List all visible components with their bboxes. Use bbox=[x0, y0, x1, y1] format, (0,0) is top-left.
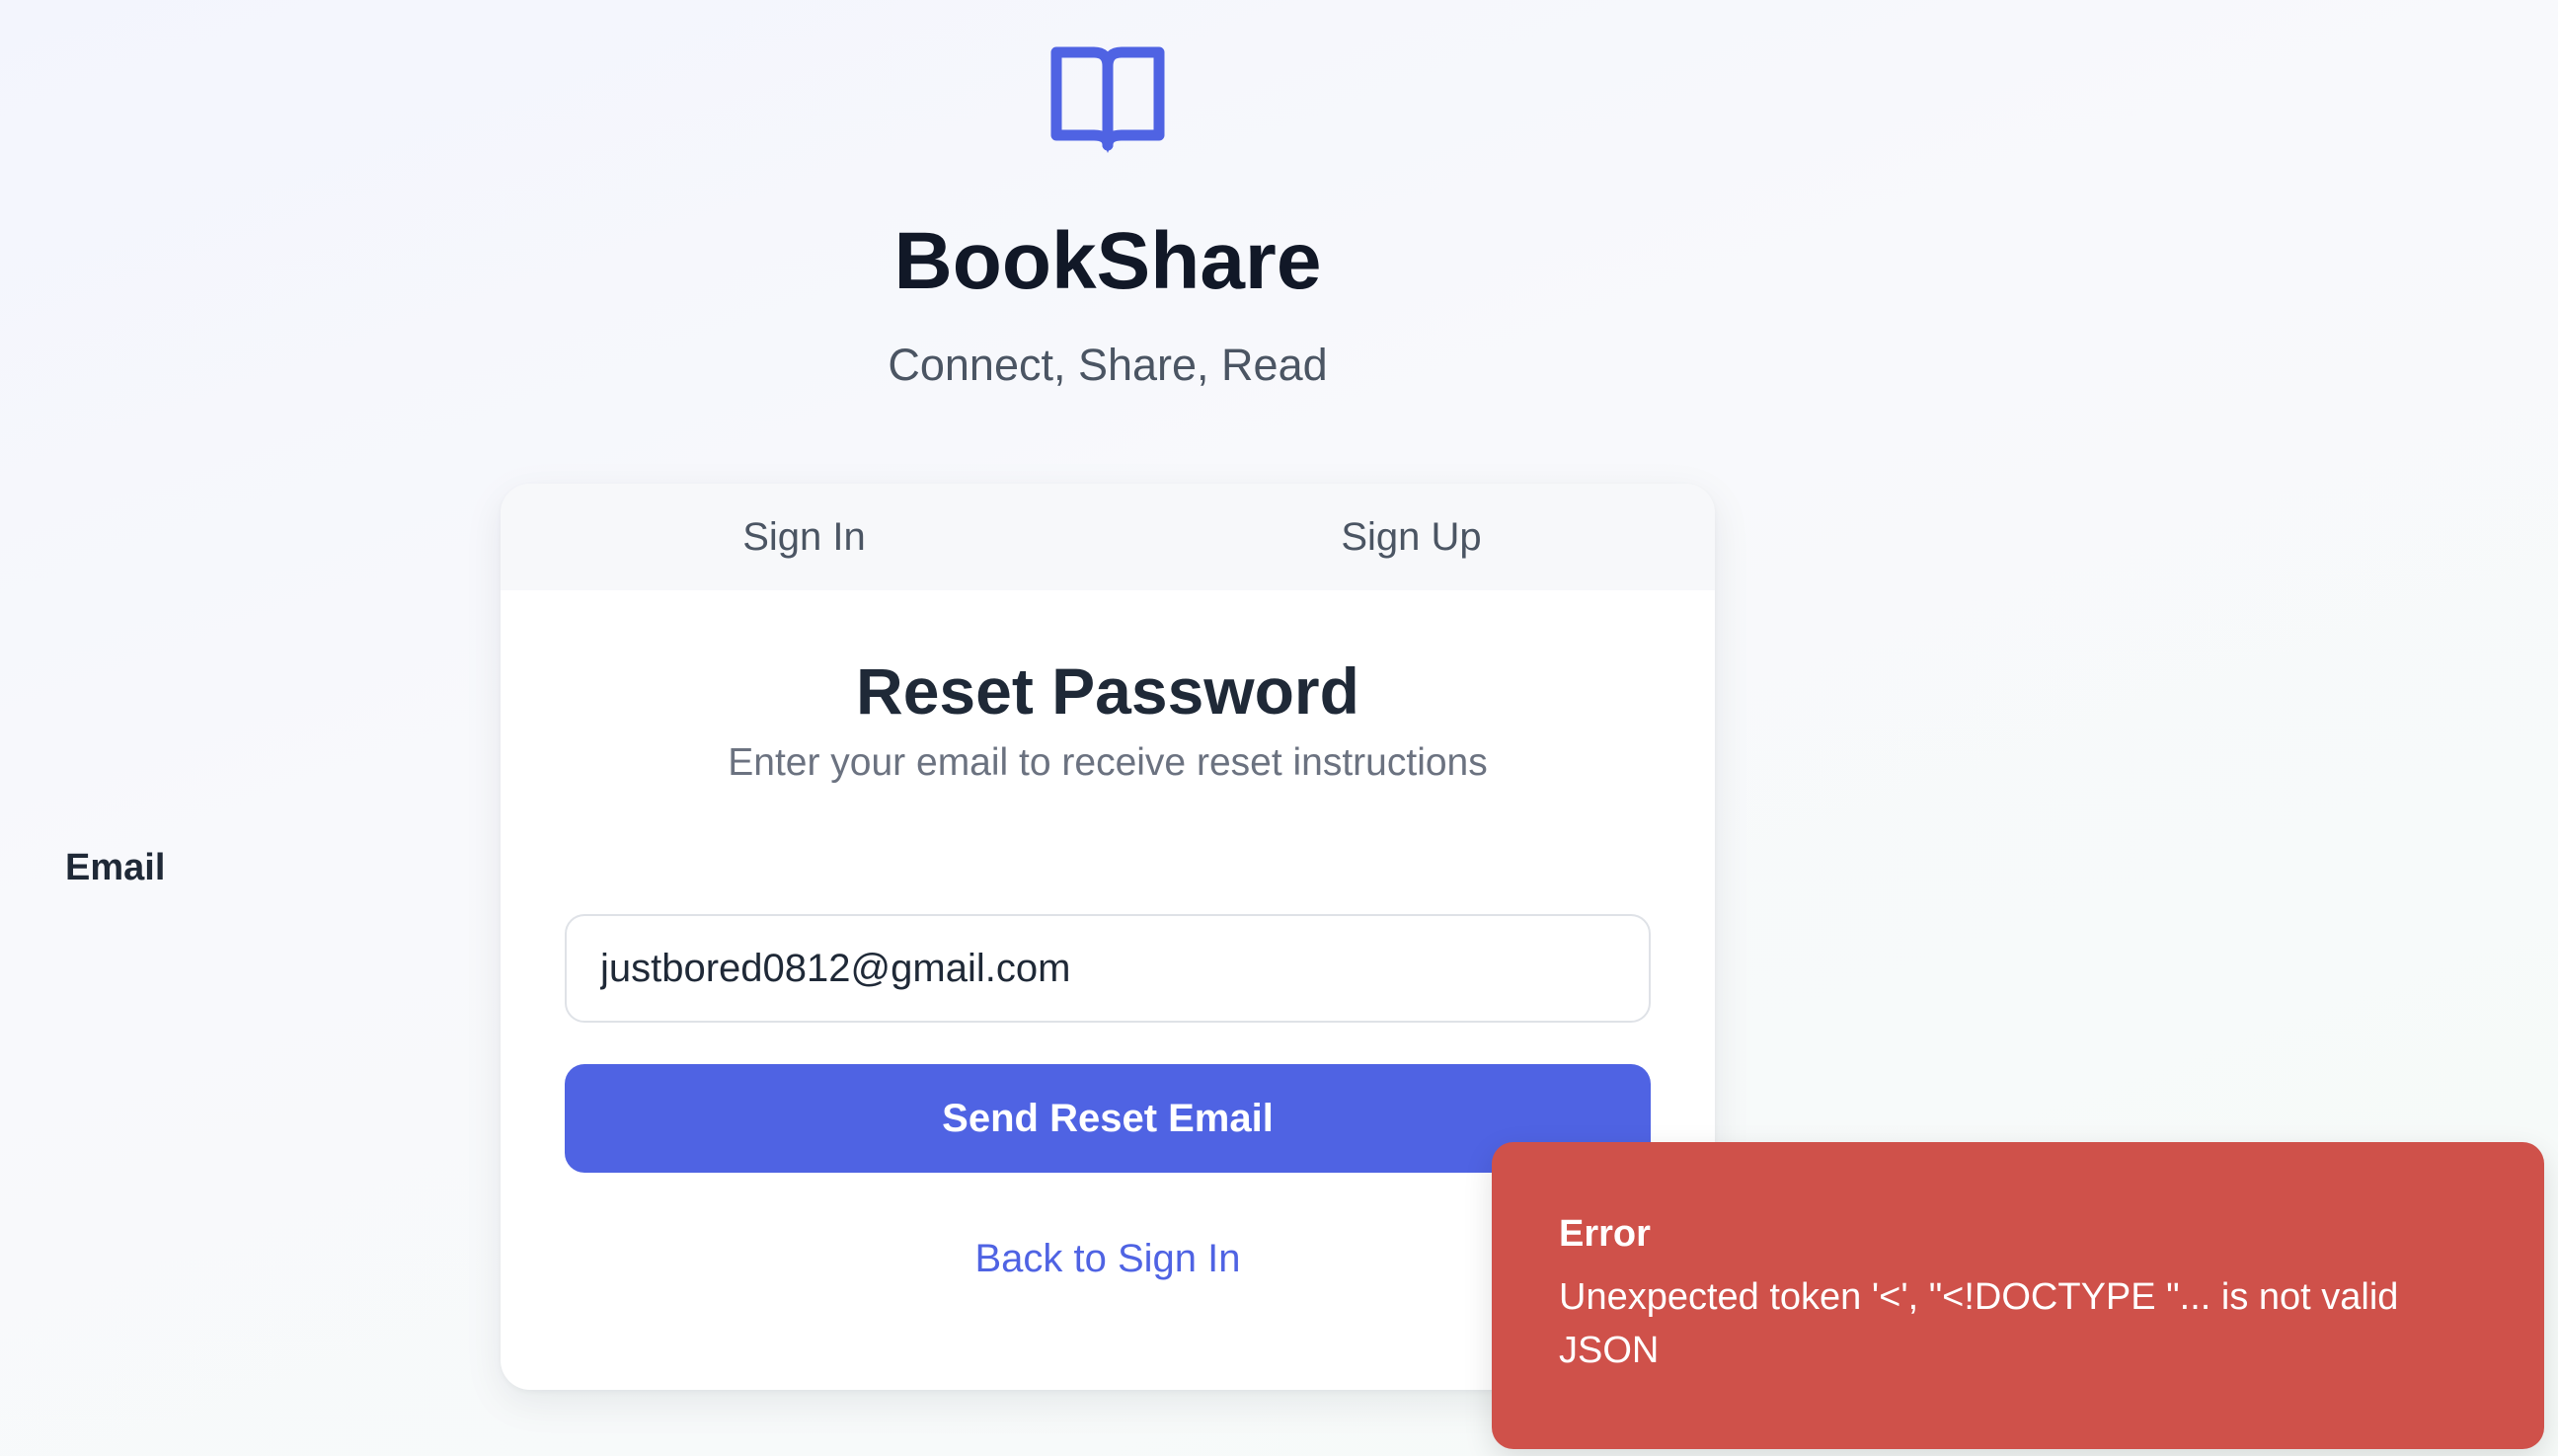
app-tagline: Connect, Share, Read bbox=[888, 340, 1328, 390]
app-title: BookShare bbox=[893, 216, 1322, 306]
email-field[interactable] bbox=[565, 914, 1651, 1023]
reset-password-title: Reset Password bbox=[856, 654, 1359, 728]
email-label: Email bbox=[65, 847, 166, 888]
tab-sign-in[interactable]: Sign In bbox=[501, 484, 1108, 590]
book-open-icon bbox=[1050, 46, 1165, 153]
toast-message: Unexpected token '<', "<!DOCTYPE "... is… bbox=[1559, 1276, 2399, 1371]
reset-password-subtitle: Enter your email to receive reset instru… bbox=[728, 741, 1488, 784]
tab-sign-up[interactable]: Sign Up bbox=[1108, 484, 1715, 590]
send-reset-email-button[interactable]: Send Reset Email bbox=[565, 1064, 1651, 1173]
error-toast[interactable]: Error Unexpected token '<', "<!DOCTYPE "… bbox=[1492, 1142, 2544, 1449]
auth-tabs: Sign In Sign Up bbox=[501, 484, 1715, 590]
toast-title: Error bbox=[1559, 1213, 1651, 1255]
